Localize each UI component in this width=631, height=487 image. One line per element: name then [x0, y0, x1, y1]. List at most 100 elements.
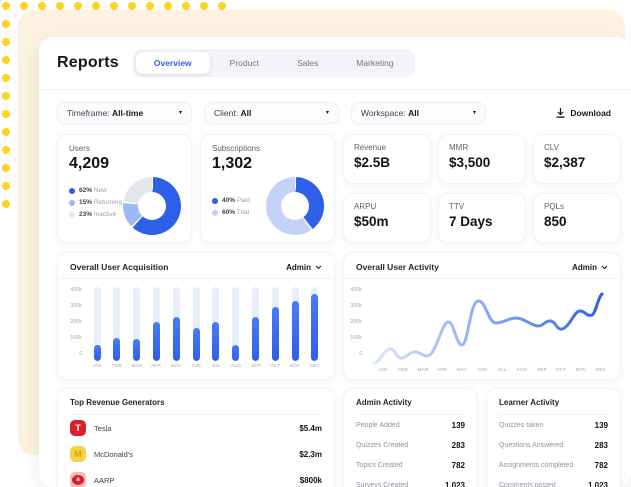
- tesla-logo-icon: T: [70, 420, 86, 436]
- bar-chart: 400k300k200k100k0: [58, 279, 334, 361]
- bar: [149, 287, 163, 361]
- x-tick-label: OCT: [270, 364, 281, 369]
- legend-text: 23% Inactive: [79, 211, 116, 218]
- activity-admin-select[interactable]: Admin: [572, 263, 608, 272]
- list-item: Quizzes Created283: [356, 435, 465, 455]
- legend-item: 62% New: [69, 187, 122, 194]
- x-tick-label: JUN: [191, 364, 202, 369]
- legend-text: 15% Returning: [79, 199, 122, 206]
- chart-header: Overall User Acquisition Admin: [58, 253, 334, 279]
- timeframe-value: All-time: [112, 108, 143, 118]
- list-title: Top Revenue Generators: [70, 398, 322, 415]
- decor-dot: [200, 2, 208, 10]
- y-axis: 400k300k200k100k0: [66, 287, 86, 357]
- workspace-select[interactable]: Workspace: All ▾: [351, 102, 486, 124]
- list-item[interactable]: a AARP $800k: [70, 467, 322, 487]
- decor-dot: [2, 128, 10, 136]
- pqls-kpi-card: PQLs850: [533, 193, 621, 243]
- ttv-kpi-card: TTV7 Days: [438, 193, 526, 243]
- users-label: Users: [69, 144, 180, 153]
- timeframe-select[interactable]: Timeframe: All-time ▾: [57, 102, 192, 124]
- legend-item: 23% Inactive: [69, 211, 122, 218]
- bar: [130, 287, 144, 361]
- decor-dot: [164, 2, 172, 10]
- subscriptions-label: Subscriptions: [212, 144, 323, 153]
- dashboard-card: Reports Overview Product Sales Marketing…: [39, 37, 631, 487]
- x-tick-label: JAN: [378, 368, 389, 373]
- chart-title: Overall User Acquisition: [70, 262, 168, 272]
- page-title: Reports: [57, 54, 119, 72]
- arpu-kpi-card: ARPU$50m: [343, 193, 431, 243]
- acquisition-admin-select[interactable]: Admin: [286, 263, 322, 272]
- page: { "header": { "title": "Reports", "tabs"…: [0, 0, 631, 461]
- client-label: Client:: [214, 108, 238, 118]
- list-item[interactable]: T Tesla $5.4m: [70, 415, 322, 441]
- x-tick-label: JUL: [496, 368, 507, 373]
- decor-dot: [218, 2, 226, 10]
- x-tick-label: DEC: [595, 368, 606, 373]
- workspace-value: All: [408, 108, 419, 118]
- x-tick-label: MAY: [171, 364, 182, 369]
- list-item: Surveys Created1,023: [356, 475, 465, 487]
- decor-dot: [2, 92, 10, 100]
- decor-dot: [2, 110, 10, 118]
- aarp-logo-icon: a: [70, 472, 86, 487]
- tab-product[interactable]: Product: [212, 52, 277, 74]
- small-kpi-grid: Revenue$2.5B MMR$3,500 CLV$2,387 ARPU$50…: [343, 134, 621, 243]
- legend-dot: [69, 212, 75, 218]
- y-tick-label: 100k: [70, 335, 82, 340]
- list-item: Assignments completed782: [499, 455, 608, 475]
- decor-dot: [2, 20, 10, 28]
- x-tick-label: JUN: [477, 368, 488, 373]
- download-icon: [556, 108, 565, 118]
- legend-dot: [212, 198, 218, 204]
- x-tick-label: MAR: [417, 368, 428, 373]
- bar: [288, 287, 302, 361]
- legend-text: 40% Paid: [222, 197, 250, 204]
- chevron-down-icon: ▾: [179, 110, 182, 116]
- bar: [90, 287, 104, 361]
- clv-kpi-card: CLV$2,387: [533, 134, 621, 184]
- bar: [308, 287, 322, 361]
- tab-sales[interactable]: Sales: [279, 52, 336, 74]
- bottom-row: Top Revenue Generators T Tesla $5.4m M M…: [39, 380, 631, 487]
- decor-dot: [2, 200, 10, 208]
- user-acquisition-chart-card: Overall User Acquisition Admin 400k300k2…: [57, 252, 335, 380]
- x-tick-label: OCT: [556, 368, 567, 373]
- tab-marketing[interactable]: Marketing: [338, 52, 411, 74]
- decor-dot: [56, 2, 64, 10]
- legend-dot: [69, 188, 75, 194]
- x-tick-label: JAN: [92, 364, 103, 369]
- users-kpi-card: Users 4,209 62% New 15% Returning 23% In…: [57, 134, 192, 243]
- decor-dot: [2, 38, 10, 46]
- header: Reports Overview Product Sales Marketing: [39, 37, 631, 85]
- users-donut-chart: [123, 177, 181, 235]
- revenue-kpi-card: Revenue$2.5B: [343, 134, 431, 184]
- x-tick-label: APR: [437, 368, 448, 373]
- decor-dot: [182, 2, 190, 10]
- legend-item: 15% Returning: [69, 199, 122, 206]
- y-axis: 400k300k200k100k0: [346, 287, 366, 357]
- x-tick-label: AUG: [230, 364, 241, 369]
- decor-dot: [128, 2, 136, 10]
- user-activity-chart-card: Overall User Activity Admin 400k300k200k…: [343, 252, 621, 380]
- charts-row: Overall User Acquisition Admin 400k300k2…: [39, 243, 631, 380]
- y-tick-label: 100k: [350, 335, 362, 340]
- subscriptions-legend: 40% Paid 60% Trial: [212, 197, 250, 216]
- list-title: Learner Activity: [499, 398, 608, 415]
- client-select[interactable]: Client: All ▾: [204, 102, 339, 124]
- decor-dot: [2, 164, 10, 172]
- download-button[interactable]: Download: [556, 108, 611, 118]
- timeframe-label: Timeframe:: [67, 108, 110, 118]
- y-tick-label: 400k: [70, 287, 82, 292]
- list-item[interactable]: M McDonald's $2.3m: [70, 441, 322, 467]
- y-tick-label: 300k: [350, 303, 362, 308]
- list-item: People Added139: [356, 415, 465, 435]
- y-tick-label: 0: [79, 351, 82, 356]
- tab-bar: Overview Product Sales Marketing: [133, 49, 415, 77]
- x-tick-label: MAY: [457, 368, 468, 373]
- y-tick-label: 200k: [70, 319, 82, 324]
- legend-text: 62% New: [79, 187, 107, 194]
- bar: [229, 287, 243, 361]
- tab-overview[interactable]: Overview: [136, 52, 210, 74]
